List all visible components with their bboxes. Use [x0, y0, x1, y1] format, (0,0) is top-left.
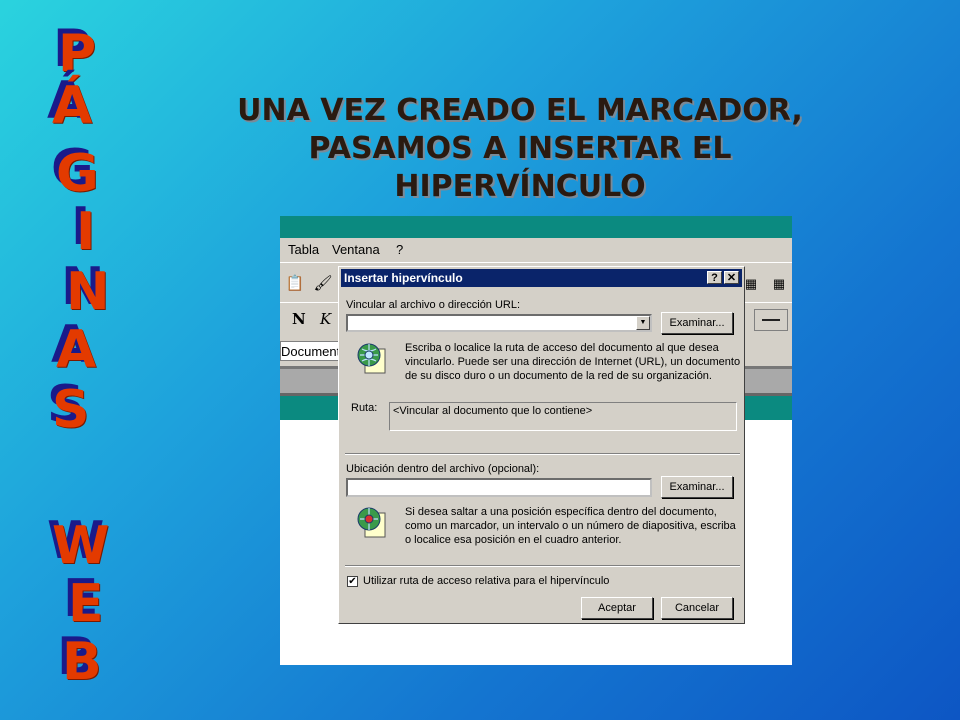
help-button[interactable]: ?: [707, 271, 722, 284]
side-letter-b: B: [62, 632, 102, 692]
side-letter-s: S: [52, 380, 90, 440]
side-letter-w: W: [52, 516, 110, 576]
location-field[interactable]: [346, 478, 652, 497]
menu-tabla[interactable]: Tabla: [288, 242, 319, 257]
side-letter-a-acute: Á: [52, 76, 93, 136]
browse-location-button[interactable]: Examinar...: [661, 476, 733, 498]
side-letter-i: I: [76, 202, 96, 262]
close-icon[interactable]: ✕: [724, 271, 739, 284]
document-name[interactable]: Documento: [280, 341, 340, 361]
dialog-title: Insertar hipervínculo: [344, 271, 463, 285]
hyperlink-globe-icon: [357, 343, 386, 374]
side-letter-e: E: [68, 574, 104, 634]
horizontal-line-button[interactable]: [754, 309, 788, 331]
format-painter-icon[interactable]: 🖌: [312, 273, 334, 295]
paste-icon[interactable]: 📋: [284, 273, 306, 295]
divider: [345, 453, 740, 455]
cancel-button[interactable]: Cancelar: [661, 597, 733, 619]
insert-table-icon[interactable]: ▦: [768, 273, 790, 295]
side-letter-g: G: [56, 144, 99, 204]
ruta-label: Ruta:: [351, 402, 378, 414]
app-title-band: [280, 216, 792, 238]
menu-help[interactable]: ?: [396, 242, 403, 257]
italic-icon[interactable]: K: [320, 310, 331, 328]
url-label: Vincular al archivo o dirección URL:: [346, 299, 521, 311]
relative-path-label[interactable]: Utilizar ruta de acceso relativa para el…: [363, 575, 609, 587]
ruta-value: <Vincular al documento que lo contiene>: [393, 405, 593, 417]
side-letter-n: N: [66, 262, 110, 322]
url-help-text: Escriba o localice la ruta de acceso del…: [405, 342, 741, 382]
browse-file-button[interactable]: Examinar...: [661, 312, 733, 334]
relative-path-checkbox[interactable]: ✔: [347, 576, 358, 587]
location-help-text: Si desea saltar a una posición específic…: [405, 506, 736, 546]
divider: [345, 565, 740, 567]
menu-ventana[interactable]: Ventana: [332, 242, 380, 257]
bookmark-link-icon: [357, 507, 386, 538]
location-label: Ubicación dentro del archivo (opcional):: [346, 463, 540, 475]
slide-title: UNA VEZ CREADO EL MARCADOR, PASAMOS A IN…: [237, 93, 803, 204]
ok-button[interactable]: Aceptar: [581, 597, 653, 619]
side-letter-a: A: [56, 320, 97, 380]
insert-hyperlink-dialog: Insertar hipervínculo ? ✕ Vincular al ar…: [338, 266, 745, 624]
url-combobox[interactable]: ▼: [346, 314, 652, 332]
ruta-display: <Vincular al documento que lo contiene>: [389, 402, 737, 431]
side-letter-p: P: [58, 24, 97, 84]
menu-bar: Tabla Ventana ?: [280, 238, 792, 262]
bold-icon[interactable]: N: [292, 310, 306, 328]
chevron-down-icon[interactable]: ▼: [636, 316, 650, 330]
dialog-title-bar[interactable]: Insertar hipervínculo ? ✕: [341, 269, 742, 287]
